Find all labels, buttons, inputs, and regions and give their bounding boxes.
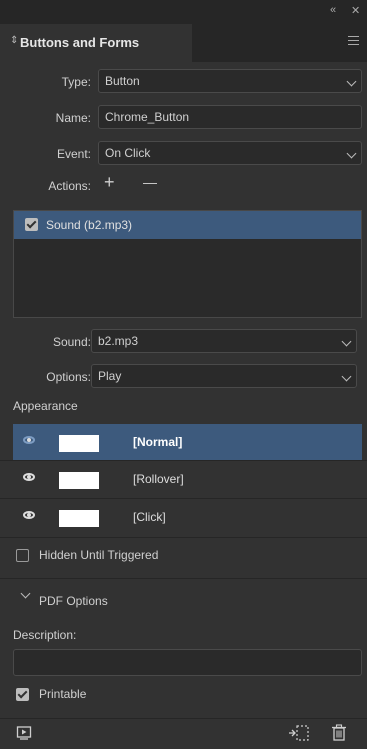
state-thumbnail: [59, 510, 99, 527]
close-icon[interactable]: ✕: [351, 4, 360, 17]
type-select-value: Button: [105, 74, 140, 88]
event-select-value: On Click: [105, 146, 151, 160]
state-thumbnail: [59, 472, 99, 489]
divider: [0, 537, 367, 538]
type-select[interactable]: Button: [98, 69, 362, 93]
chevron-down-icon: [346, 148, 357, 159]
name-input[interactable]: Chrome_Button: [98, 105, 362, 129]
description-label: Description:: [13, 628, 77, 642]
panel-header: ⇕ Buttons and Forms: [0, 24, 367, 62]
eye-icon[interactable]: [23, 436, 35, 444]
panel-tab[interactable]: ⇕ Buttons and Forms: [0, 24, 192, 62]
state-thumbnail: [59, 435, 99, 452]
eye-icon[interactable]: [23, 473, 35, 481]
state-label: [Click]: [133, 510, 166, 524]
appearance-heading: Appearance: [13, 399, 78, 413]
description-input[interactable]: [13, 649, 362, 676]
action-checkbox[interactable]: [25, 218, 38, 231]
appearance-row-rollover[interactable]: [Rollover]: [13, 461, 362, 497]
panel-top-bar: « ✕: [0, 0, 367, 24]
divider: [0, 578, 367, 579]
type-label: Type:: [61, 75, 91, 89]
chevron-down-icon[interactable]: [20, 588, 31, 599]
remove-action-icon[interactable]: —: [143, 174, 157, 190]
divider: [0, 718, 367, 719]
appearance-row-normal[interactable]: [Normal]: [13, 424, 362, 460]
hidden-until-triggered-checkbox[interactable]: [16, 549, 29, 562]
actions-list: Sound (b2.mp3): [13, 210, 362, 318]
sound-select-value: b2.mp3: [98, 334, 139, 348]
trash-icon[interactable]: [331, 724, 347, 742]
name-label: Name:: [55, 111, 91, 125]
options-select[interactable]: Play: [91, 364, 357, 388]
preview-icon[interactable]: [16, 725, 32, 741]
event-label: Event:: [56, 147, 91, 161]
actions-label: Actions:: [48, 179, 91, 193]
chevron-down-icon: [346, 76, 357, 87]
chevron-down-icon: [341, 336, 352, 347]
chevron-down-icon: [341, 371, 352, 382]
sound-label: Sound:: [52, 335, 91, 349]
collapse-icon[interactable]: «: [330, 4, 336, 16]
panel-title: Buttons and Forms: [20, 35, 140, 50]
state-label: [Rollover]: [133, 472, 184, 486]
eye-icon[interactable]: [23, 511, 35, 519]
tab-expand-icon: ⇕: [10, 35, 19, 46]
printable-checkbox[interactable]: [16, 688, 29, 701]
add-action-icon[interactable]: +: [104, 172, 115, 193]
event-select[interactable]: On Click: [98, 141, 362, 165]
list-item[interactable]: Sound (b2.mp3): [14, 211, 361, 239]
appearance-row-click[interactable]: [Click]: [13, 499, 362, 535]
pdf-options-heading[interactable]: PDF Options: [39, 594, 108, 608]
hidden-until-triggered-label: Hidden Until Triggered: [39, 548, 159, 562]
sound-select[interactable]: b2.mp3: [91, 329, 357, 353]
options-select-value: Play: [98, 369, 122, 383]
action-label: Sound (b2.mp3): [46, 218, 133, 232]
printable-label: Printable: [39, 687, 87, 701]
state-label: [Normal]: [133, 435, 183, 449]
panel-menu-icon[interactable]: [348, 36, 359, 48]
options-label: Options:: [46, 370, 91, 384]
convert-to-button-icon[interactable]: [288, 724, 310, 742]
